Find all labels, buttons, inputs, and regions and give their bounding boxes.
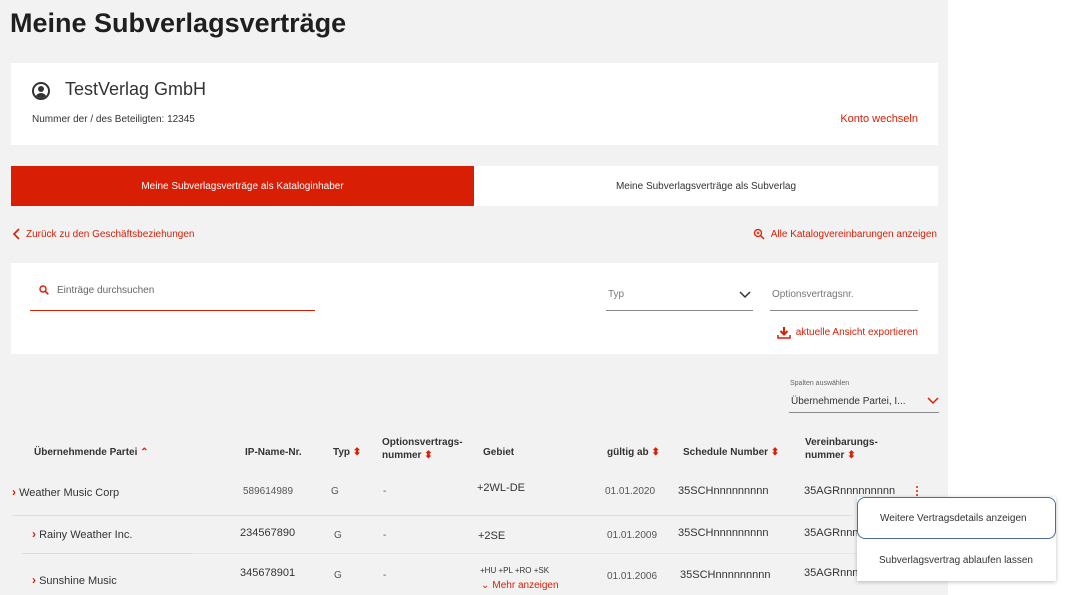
table-cell-ip: 589614989 bbox=[243, 486, 294, 497]
table-cell-agreement: 35AGRnnnn bbox=[804, 567, 865, 579]
table-row-party[interactable]: › Sunshine Music bbox=[32, 573, 117, 587]
table-cell-schedule: 35SCHnnnnnnnnn bbox=[678, 485, 769, 497]
account-name: TestVerlag GmbH bbox=[65, 79, 207, 99]
account-number: Nummer der / des Beteiligten: 12345 bbox=[32, 114, 195, 125]
table-cell-valid: 01.01.2009 bbox=[607, 530, 658, 541]
typ-select[interactable]: Typ bbox=[606, 289, 753, 311]
column-select-label: Spalten auswählen bbox=[790, 380, 850, 387]
table-cell-typ: G bbox=[334, 530, 342, 541]
table-cell-option: - bbox=[383, 570, 387, 581]
zoom-in-icon bbox=[753, 228, 765, 240]
chevron-right-icon[interactable]: › bbox=[32, 527, 36, 541]
chevron-down-icon: ⌄ bbox=[481, 580, 490, 591]
table-cell-region: +2WL-DE bbox=[477, 482, 525, 494]
column-select[interactable]: Übernehmende Partei, I... bbox=[789, 393, 939, 413]
table-cell-schedule: 35SCHnnnnnnnnn bbox=[678, 527, 769, 539]
row-divider bbox=[192, 553, 857, 554]
table-cell-option: - bbox=[383, 530, 387, 541]
row-context-menu: Weitere Vertragsdetails anzeigen Subverl… bbox=[857, 497, 1056, 581]
tab-kataloginhaber[interactable]: Meine Subverlagsverträge als Kataloginha… bbox=[11, 166, 474, 206]
option-number-placeholder: Optionsvertragsnr. bbox=[772, 289, 854, 300]
account-number-label: Nummer der / des Beteiligten: bbox=[32, 114, 165, 125]
catalog-agreements-label: Alle Katalogvereinbarungen anzeigen bbox=[770, 228, 937, 240]
sort-icon: ⬍ bbox=[424, 450, 433, 461]
sort-icon: ⬍ bbox=[651, 447, 660, 458]
header-schedule[interactable]: Schedule Number ⬍ bbox=[683, 446, 779, 459]
menu-item-expire-contract[interactable]: Subverlagsvertrag ablaufen lassen bbox=[857, 539, 1056, 581]
table-cell-agreement: 35AGRnnnnnnnnn bbox=[804, 485, 896, 497]
header-party[interactable]: Übernehmende Partei ⌃ bbox=[34, 446, 149, 459]
sort-asc-icon: ⌃ bbox=[140, 447, 149, 458]
catalog-agreements-link[interactable]: Alle Katalogvereinbarungen anzeigen bbox=[753, 228, 937, 240]
search-placeholder: Einträge durchsuchen bbox=[57, 285, 155, 296]
table-cell-ip: 234567890 bbox=[240, 527, 296, 539]
back-link[interactable]: Zurück zu den Geschäftsbeziehungen bbox=[12, 228, 194, 240]
menu-item-show-details[interactable]: Weitere Vertragsdetails anzeigen bbox=[857, 497, 1056, 539]
account-card: TestVerlag GmbH Nummer der / des Beteili… bbox=[11, 63, 938, 145]
tab-subverlag[interactable]: Meine Subverlagsverträge als Subverlag bbox=[474, 166, 938, 206]
table-cell-agreement: 35AGRnnnn bbox=[804, 527, 865, 539]
header-typ[interactable]: Typ ⬍ bbox=[333, 446, 361, 459]
header-ip: IP-Name-Nr. bbox=[245, 447, 302, 458]
chevron-right-icon[interactable]: › bbox=[32, 573, 36, 587]
table-row-party[interactable]: › Rainy Weather Inc. bbox=[32, 527, 132, 541]
table-cell-region: +HU +PL +RO +SK bbox=[480, 566, 550, 575]
download-icon bbox=[776, 327, 791, 339]
table-cell-typ: G bbox=[334, 570, 342, 581]
tab-bar: Meine Subverlagsverträge als Kataloginha… bbox=[11, 166, 938, 206]
row-divider bbox=[12, 515, 852, 516]
user-avatar-icon bbox=[32, 82, 50, 100]
search-input[interactable]: Einträge durchsuchen bbox=[30, 285, 315, 311]
chevron-right-icon[interactable]: › bbox=[12, 485, 16, 499]
filter-card: Einträge durchsuchen Typ Optionsvertrags… bbox=[11, 263, 938, 354]
chevron-down-icon bbox=[927, 397, 939, 405]
typ-placeholder: Typ bbox=[608, 289, 625, 300]
export-view-link[interactable]: aktuelle Ansicht exportieren bbox=[776, 326, 918, 339]
table-cell-schedule: 35SCHnnnnnnnnn bbox=[680, 569, 771, 581]
chevron-left-icon bbox=[12, 228, 20, 240]
back-link-label: Zurück zu den Geschäftsbeziehungen bbox=[26, 228, 195, 240]
header-region: Gebiet bbox=[483, 447, 515, 458]
sort-icon: ⬍ bbox=[847, 450, 856, 461]
header-agreement-number[interactable]: Vereinbarungs- nummer ⬍ bbox=[805, 436, 878, 462]
table-cell-valid: 01.01.2006 bbox=[607, 571, 658, 582]
switch-account-link[interactable]: Konto wechseln bbox=[840, 113, 918, 125]
show-more-link[interactable]: ⌄ Mehr anzeigen bbox=[481, 580, 559, 591]
option-number-input[interactable]: Optionsvertragsnr. bbox=[770, 289, 918, 311]
chevron-down-icon bbox=[739, 291, 751, 299]
table-cell-option: - bbox=[383, 486, 387, 497]
page-title: Meine Subverlagsverträge bbox=[10, 8, 347, 38]
table-cell-ip: 345678901 bbox=[240, 567, 296, 579]
sort-icon: ⬍ bbox=[352, 447, 362, 458]
export-view-label: aktuelle Ansicht exportieren bbox=[795, 327, 918, 338]
row-divider bbox=[22, 553, 192, 554]
table-cell-region: +2SE bbox=[478, 530, 506, 542]
search-icon bbox=[39, 285, 49, 295]
sort-icon: ⬍ bbox=[770, 447, 780, 458]
account-number-value: 12345 bbox=[167, 114, 195, 125]
table-cell-valid: 01.01.2020 bbox=[605, 486, 656, 497]
table-row-party[interactable]: › Weather Music Corp bbox=[12, 485, 119, 499]
table-cell-typ: G bbox=[331, 486, 339, 497]
column-select-value: Übernehmende Partei, I... bbox=[791, 396, 906, 407]
header-valid-from[interactable]: gültig ab ⬍ bbox=[607, 446, 660, 459]
header-option-number[interactable]: Optionsvertrags- nummer ⬍ bbox=[382, 436, 463, 462]
